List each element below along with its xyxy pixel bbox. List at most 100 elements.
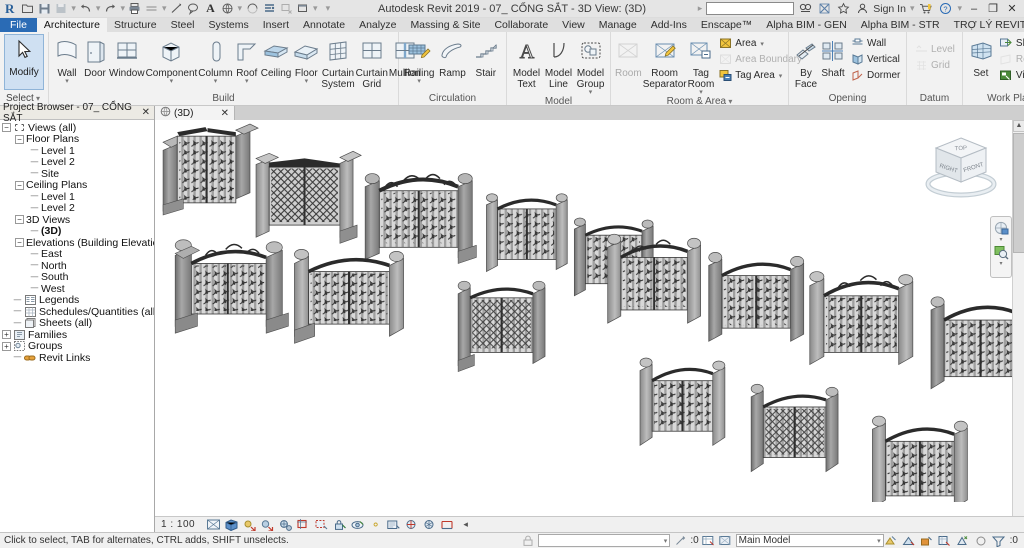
ribbon-tab-annotate[interactable]: Annotate [296,18,352,32]
ribbon-tab-alpha-bim-gen[interactable]: Alpha BIM - GEN [759,18,854,32]
floor-dropdown-icon[interactable]: ▾ [305,78,309,85]
selection-filter-combo[interactable]: ▾ [538,534,671,547]
save-as-icon[interactable] [53,1,69,17]
sign-in-link[interactable]: Sign In [873,3,906,15]
ribbon-panel-room-and-area-title[interactable]: Room & Area [611,95,788,105]
ribbon-tab-structure[interactable]: Structure [107,18,164,32]
tree-item-ceiling-plan-level-2[interactable]: ─ Level 2 [0,202,154,214]
autodesk-app-store-icon[interactable] [816,1,832,17]
close-button[interactable]: ✕ [1004,2,1020,15]
expand-collapse-icon[interactable]: + [2,330,11,340]
view-cube[interactable]: TOP RIGHT FRONT [918,132,1004,210]
tree-item-floor-plan-level-2[interactable]: ─ Level 2 [0,156,154,168]
3d-view-canvas[interactable]: TOP RIGHT FRONT ▾ ▾ ▲ [155,120,1024,516]
favorites-star-icon[interactable] [835,1,851,17]
editable-only-icon[interactable] [938,534,952,547]
show-work-plane-button[interactable]: Show [996,36,1024,51]
shadows-icon[interactable] [260,518,275,531]
sign-in-dropdown-icon[interactable]: ▾ [909,3,916,14]
close-hidden-windows-icon[interactable] [278,1,294,17]
ribbon-tab-systems[interactable]: Systems [202,18,256,32]
work-plane-viewer-button[interactable]: Viewer [996,68,1024,83]
steering-wheels-dropdown-icon[interactable]: ▾ [999,237,1002,243]
rendering-dialog-icon[interactable] [278,518,293,531]
show-crop-region-icon[interactable] [314,518,329,531]
expand-collapse-icon[interactable]: − [15,215,24,225]
zoom-tools-icon[interactable] [993,244,1009,260]
column-dropdown-icon[interactable]: ▾ [214,78,218,85]
default-3d-view-dropdown-icon[interactable]: ▾ [237,3,244,14]
open-icon[interactable] [19,1,35,17]
component-button[interactable]: Component ▾ [146,34,197,85]
wall-opening-button[interactable]: Wall [847,36,903,51]
ribbon-tab-steel[interactable]: Steel [164,18,202,32]
redo-icon[interactable] [102,1,118,17]
highlight-displacement-sets-icon[interactable] [422,518,437,531]
tag-area-dropdown-icon[interactable]: ▾ [779,72,783,80]
zoom-tools-dropdown-icon[interactable]: ▾ [999,261,1002,267]
measure-icon[interactable] [144,1,160,17]
default-3d-view-icon[interactable] [220,1,236,17]
tree-item-elevation-south[interactable]: ─ South [0,271,154,283]
tag-icon[interactable] [186,1,202,17]
tree-item-3d-view-3d[interactable]: ─ (3D) [0,225,154,237]
ribbon-tab-manage[interactable]: Manage [592,18,644,32]
chevron-down-icon[interactable]: ▾ [664,537,668,545]
tree-item-views-all[interactable]: − Views (all) [0,122,154,134]
project-browser-close-icon[interactable]: ✕ [142,107,154,118]
circle-icon[interactable] [974,534,988,547]
tree-item-elevations[interactable]: − Elevations (Building Elevation) [0,237,154,249]
door-button[interactable]: Door [82,34,108,79]
model-display-icon[interactable] [719,534,733,547]
design-options-icon[interactable] [884,534,898,547]
temporary-view-properties-icon[interactable] [386,518,401,531]
redo-dropdown-icon[interactable]: ▾ [119,3,126,14]
ribbon-panel-select-title[interactable]: Select [0,92,48,105]
switch-windows-dropdown-icon[interactable]: ▾ [312,3,319,14]
tree-item-elevation-north[interactable]: ─ North [0,260,154,272]
undo-dropdown-icon[interactable]: ▾ [95,3,102,14]
search-icon[interactable] [797,1,813,17]
ribbon-tab-add-ins[interactable]: Add-Ins [644,18,694,32]
steering-wheels-icon[interactable] [993,220,1009,236]
opening-by-face-button[interactable]: By Face [793,34,819,90]
railing-dropdown-icon[interactable]: ▾ [417,78,421,85]
print-icon[interactable] [127,1,143,17]
expand-collapse-icon[interactable]: − [15,238,24,248]
filter-icon[interactable] [992,534,1006,547]
tree-item-revit-links[interactable]: ─ Revit Links [0,352,154,364]
floor-button[interactable]: Floor ▾ [292,34,320,85]
show-analytical-model-icon[interactable] [404,518,419,531]
roof-button[interactable]: Roof ▾ [234,34,260,85]
room-button[interactable]: Room [615,34,642,79]
ribbon-tab-view[interactable]: View [555,18,592,32]
revit-logo-icon[interactable]: R [3,1,18,17]
railing-button[interactable]: Railing ▾ [403,34,435,85]
tree-item-elevation-east[interactable]: ─ East [0,248,154,260]
wall-button[interactable]: Wall ▾ [53,34,81,85]
help-icon[interactable]: ? [937,1,953,17]
save-icon[interactable] [36,1,52,17]
tree-item-floor-plan-level-1[interactable]: ─ Level 1 [0,145,154,157]
ribbon-tab-insert[interactable]: Insert [256,18,296,32]
tree-item-elevation-west[interactable]: ─ West [0,283,154,295]
expand-collapse-icon[interactable]: + [2,341,11,351]
ramp-button[interactable]: Ramp [436,34,468,79]
tree-item-ceiling-plans[interactable]: − Ceiling Plans [0,179,154,191]
scroll-up-button[interactable]: ▲ [1013,120,1024,132]
lock-3d-view-icon[interactable] [332,518,347,531]
aligned-dimension-icon[interactable] [169,1,185,17]
thin-lines-icon[interactable] [261,1,277,17]
curtain-system-button[interactable]: Curtain System [321,34,355,90]
ribbon-tab-collaborate[interactable]: Collaborate [487,18,555,32]
tree-item-families[interactable]: + Families [0,329,154,341]
component-dropdown-icon[interactable]: ▾ [170,78,174,85]
modify-button[interactable]: Modify [4,34,44,90]
search-input[interactable] [706,2,795,15]
tree-item-ceiling-plan-level-1[interactable]: ─ Level 1 [0,191,154,203]
view-scale-label[interactable]: 1 : 100 [161,519,203,530]
expand-collapse-icon[interactable]: − [15,134,24,144]
editable-only-lock-icon[interactable] [521,534,535,547]
text-icon[interactable]: A [203,1,219,17]
ribbon-tab-file[interactable]: File [0,18,37,32]
